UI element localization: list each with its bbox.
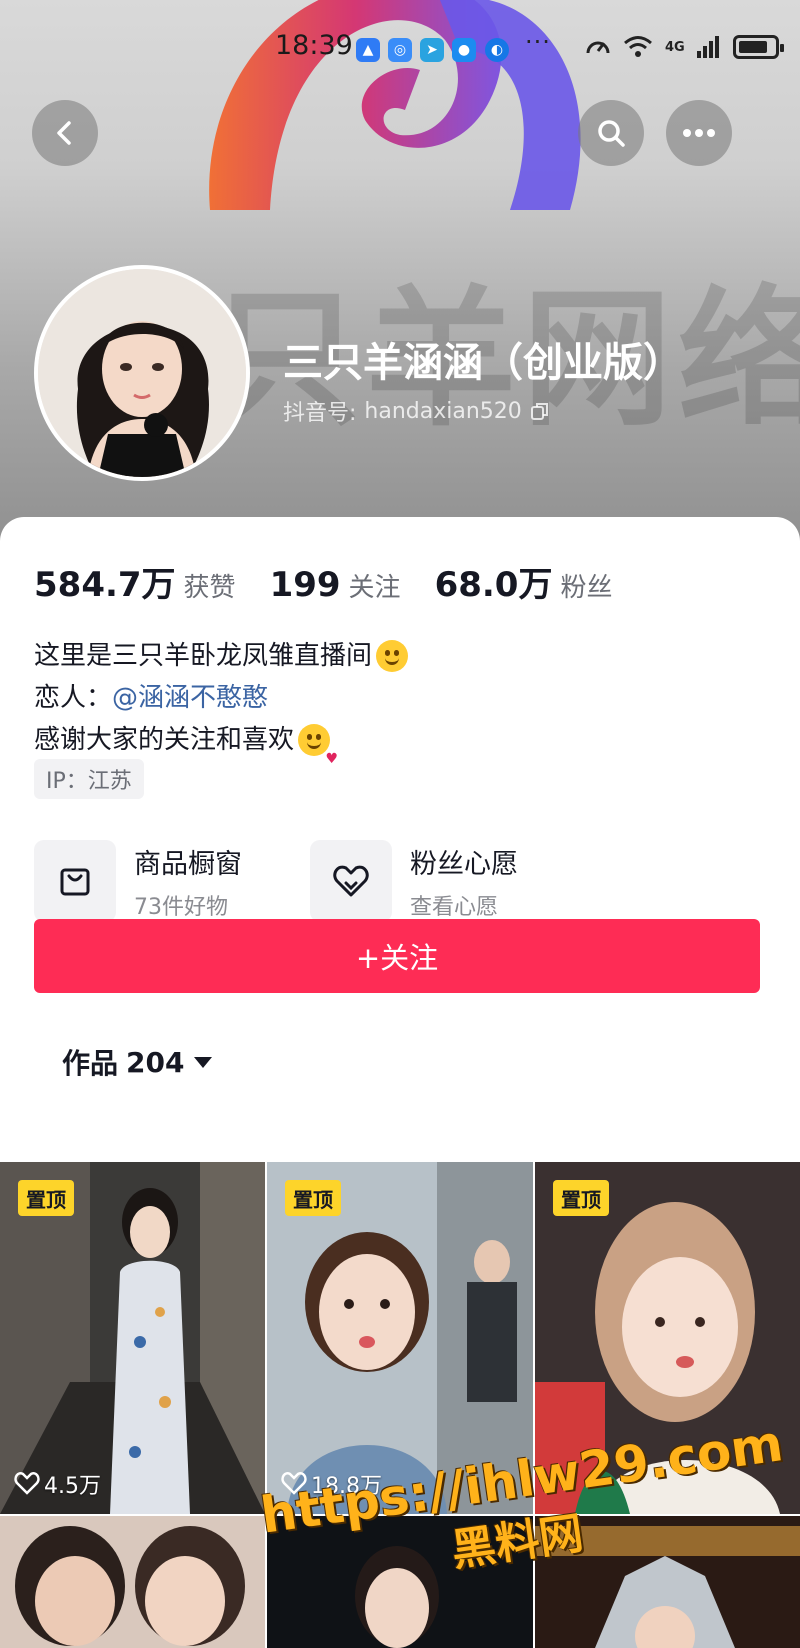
search-icon — [598, 120, 625, 147]
speed-gauge-icon — [586, 41, 610, 54]
heart-outline-icon — [14, 1472, 40, 1495]
network-type: 4G — [665, 39, 685, 55]
pinned-badge: 置顶 — [553, 1180, 609, 1216]
following-label: 关注 — [348, 573, 401, 603]
signal-icon — [696, 36, 719, 58]
more-notifications-icon: ··· — [525, 28, 551, 56]
telegram-icon: ➤ — [420, 38, 444, 62]
followers-count[interactable]: 68.0万 — [435, 557, 553, 606]
video-tile[interactable]: 置顶 4.5万 — [0, 1162, 265, 1514]
copy-icon[interactable] — [530, 401, 550, 421]
works-tab-count: 204 — [126, 1045, 185, 1079]
status-time: 18:39 — [275, 30, 353, 61]
caret-down-icon — [194, 1056, 213, 1068]
browser-app-icon: ◐ — [485, 38, 509, 62]
douyin-id-label: 抖音号: — [283, 401, 357, 426]
notification-app-icon: ◎ — [388, 38, 412, 62]
ip-location-tag: IP：江苏 — [34, 759, 144, 799]
profile-bio: 这里是三只羊卧龙凤雏直播间 恋人： @涵涵不憨憨 感谢大家的关注和喜欢 ♥ — [34, 635, 409, 767]
profile-header: 只羊网络 18:39 ▲ ◎ ➤ ● ◐ ··· 4G 三只羊涵涵（创业版） 抖… — [0, 0, 800, 560]
fan-wish-title: 粉丝心愿 — [410, 848, 518, 880]
pinned-badge: 置顶 — [285, 1180, 341, 1216]
pinned-badge: 置顶 — [18, 1180, 74, 1216]
search-button[interactable] — [578, 100, 644, 166]
back-arrow-icon — [57, 121, 71, 145]
bio-line-3: 感谢大家的关注和喜欢 — [34, 725, 295, 755]
follow-button[interactable]: +关注 — [34, 919, 760, 993]
bio-line-2-prefix: 恋人： — [34, 683, 113, 713]
video-like-count: 4.5万 — [44, 1474, 101, 1499]
battery-icon — [732, 35, 784, 59]
video-thumbnail — [0, 1516, 265, 1648]
video-like-row: 4.5万 — [14, 1468, 101, 1500]
following-count[interactable]: 199 — [270, 565, 341, 605]
more-dots-icon — [683, 129, 715, 137]
shop-window-subtitle: 73件好物 — [134, 894, 228, 920]
chat-app-icon: ● — [452, 38, 476, 62]
douyin-id-row[interactable]: 抖音号: handaxian520 — [283, 395, 550, 427]
more-button[interactable] — [666, 100, 732, 166]
followers-label: 粉丝 — [560, 573, 613, 603]
video-tile[interactable] — [0, 1516, 265, 1648]
kiss-emoji-icon: ♥ — [298, 724, 338, 767]
profile-info-card: 584.7万 获赞 199 关注 68.0万 粉丝 这里是三只羊卧龙凤雏直播间 … — [0, 517, 800, 1162]
back-button[interactable] — [32, 100, 98, 166]
likes-label: 获赞 — [183, 573, 236, 603]
likes-count[interactable]: 584.7万 — [34, 557, 176, 606]
fan-wish-entry[interactable]: 粉丝心愿 查看心愿 — [310, 840, 518, 922]
bio-line-1: 这里是三只羊卧龙凤雏直播间 — [34, 641, 373, 671]
profile-nickname: 三只羊涵涵（创业版） — [283, 340, 683, 386]
wifi-icon — [624, 36, 652, 57]
shop-window-entry[interactable]: 商品橱窗 73件好物 — [34, 840, 242, 922]
works-tab[interactable]: 作品 204 — [62, 1042, 213, 1082]
profile-stats: 584.7万 获赞 199 关注 68.0万 粉丝 — [34, 557, 646, 606]
partner-mention-link[interactable]: @涵涵不憨憨 — [112, 677, 268, 719]
avatar[interactable] — [34, 265, 250, 481]
wink-emoji-icon — [376, 640, 409, 672]
avatar-image — [38, 269, 246, 477]
status-icons: 4G — [585, 34, 784, 60]
notification-app-icon: ▲ — [356, 38, 380, 62]
bag-icon — [34, 840, 116, 922]
fan-wish-subtitle: 查看心愿 — [410, 894, 499, 920]
shop-window-title: 商品橱窗 — [134, 848, 242, 880]
works-tab-label: 作品 — [62, 1047, 119, 1080]
douyin-id-value: handaxian520 — [364, 398, 522, 424]
heart-wish-icon — [310, 840, 392, 922]
status-bar: 18:39 ▲ ◎ ➤ ● ◐ ··· 4G — [0, 28, 800, 70]
